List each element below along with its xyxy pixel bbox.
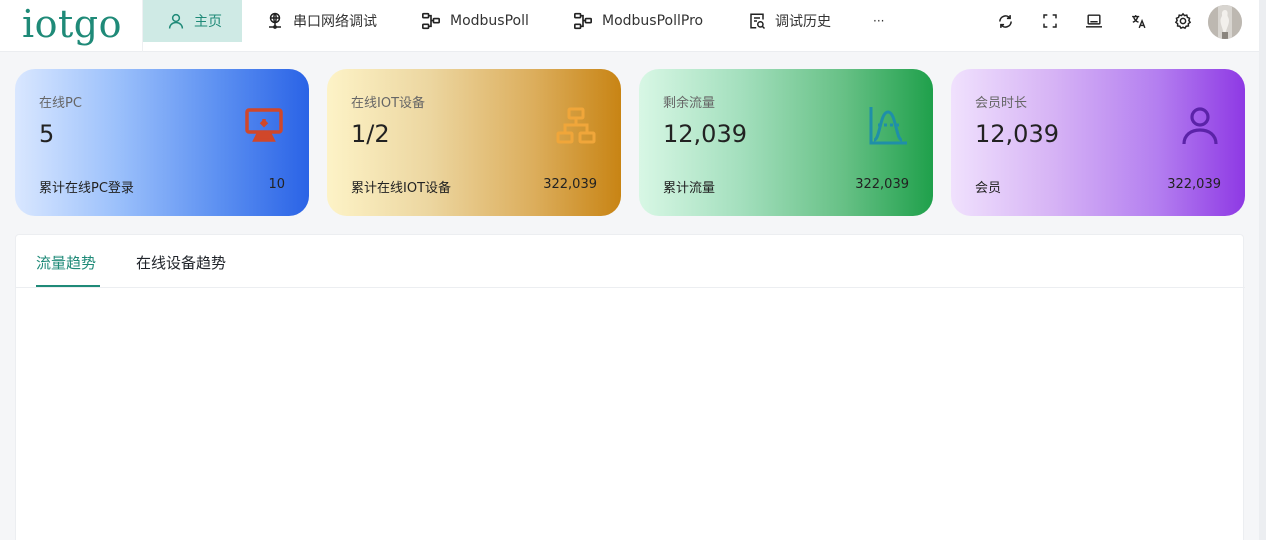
stat-footer-label: 累计流量 — [663, 181, 716, 196]
nav-label: 串口网络调试 — [293, 14, 377, 30]
stat-value: 5 — [39, 120, 55, 148]
stat-title: 在线IOT设备 — [351, 96, 426, 111]
stat-card-online-iot: 在线IOT设备 1/2 累计在线IOT设备 322,039 — [327, 69, 621, 216]
network-globe-icon — [266, 12, 284, 30]
app-logo[interactable]: iotgo — [22, 2, 122, 46]
stat-title: 在线PC — [39, 96, 82, 111]
modbus-flow-icon — [421, 12, 441, 30]
stat-title: 剩余流量 — [663, 96, 716, 111]
laptop-icon[interactable] — [1084, 11, 1104, 31]
nav-label: ModbusPoll — [450, 13, 529, 29]
nav-item-modbuspoll[interactable]: ModbusPoll — [421, 0, 529, 42]
stat-value: 12,039 — [975, 120, 1059, 148]
more-icon: ··· — [873, 14, 885, 28]
stat-card-membership: 会员时长 12,039 会员 322,039 — [951, 69, 1245, 216]
stat-value: 1/2 — [351, 120, 390, 148]
nav-item-home[interactable]: 主页 — [143, 0, 242, 42]
tab-online-device-trend[interactable]: 在线设备趋势 — [136, 252, 226, 273]
nav-label: 主页 — [194, 14, 222, 30]
tab-traffic-trend[interactable]: 流量趋势 — [36, 252, 96, 273]
user-icon — [167, 12, 185, 30]
monitor-icon — [243, 105, 285, 147]
stat-footer-value: 10 — [268, 177, 285, 192]
history-search-icon — [748, 12, 766, 30]
scrollbar-track[interactable] — [1259, 0, 1266, 540]
stat-footer-label: 累计在线IOT设备 — [351, 181, 452, 196]
nav-label: 调试历史 — [775, 14, 831, 30]
nav-item-debug-history[interactable]: 调试历史 — [748, 0, 831, 42]
stat-card-online-pc: 在线PC 5 累计在线PC登录 10 — [15, 69, 309, 216]
top-bar: iotgo 主页 串口网络调试 ModbusPoll ModbusPollPro… — [0, 0, 1266, 52]
stat-footer-value: 322,039 — [543, 177, 597, 192]
stat-title: 会员时长 — [975, 96, 1028, 111]
nav-label: ModbusPollPro — [602, 13, 704, 29]
trend-panel: 流量趋势 在线设备趋势 — [15, 234, 1245, 540]
settings-gear-icon[interactable] — [1173, 11, 1193, 31]
person-icon — [1179, 105, 1221, 147]
stat-card-remaining-traffic: 剩余流量 12,039 累计流量 322,039 — [639, 69, 933, 216]
user-avatar[interactable] — [1208, 5, 1242, 39]
stat-footer-value: 322,039 — [855, 177, 909, 192]
translate-icon[interactable] — [1128, 11, 1148, 31]
chart-area — [16, 288, 1245, 540]
refresh-icon[interactable] — [995, 11, 1015, 31]
modbus-flow-icon — [573, 12, 593, 30]
bell-curve-chart-icon — [867, 105, 909, 147]
hierarchy-icon — [555, 105, 597, 147]
stat-footer-label: 会员 — [975, 181, 1002, 196]
stat-footer-label: 累计在线PC登录 — [39, 181, 134, 196]
stat-footer-value: 322,039 — [1167, 177, 1221, 192]
active-tab-indicator — [36, 285, 100, 287]
nav-item-modbuspollpro[interactable]: ModbusPollPro — [573, 0, 703, 42]
nav-more-button[interactable]: ··· — [873, 0, 884, 42]
stat-value: 12,039 — [663, 120, 747, 148]
nav-item-serial-debug[interactable]: 串口网络调试 — [266, 0, 377, 42]
fullscreen-icon[interactable] — [1040, 11, 1060, 31]
